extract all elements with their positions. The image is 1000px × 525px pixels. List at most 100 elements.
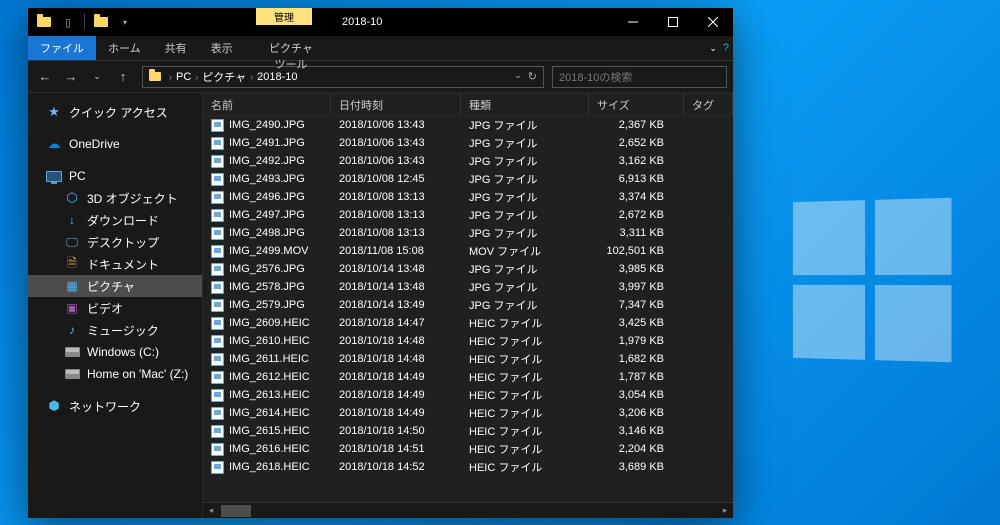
titlebar[interactable]: ▯ ▾ 管理 2018-10 xyxy=(28,8,733,36)
file-row[interactable]: IMG_2609.HEIC2018/10/18 14:47HEIC ファイル3,… xyxy=(203,314,733,332)
file-date: 2018/10/18 14:50 xyxy=(331,425,461,437)
tree-desktop[interactable]: 🖵デスクトップ xyxy=(28,231,202,253)
qat-folder-icon[interactable] xyxy=(91,12,111,32)
file-row[interactable]: IMG_2610.HEIC2018/10/18 14:48HEIC ファイル1,… xyxy=(203,332,733,350)
navigation-tree[interactable]: ★クイック アクセス ☁OneDrive PC ⬡3D オブジェクト ↓ダウンロ… xyxy=(28,93,203,518)
tree-documents[interactable]: 🗎ドキュメント xyxy=(28,253,202,275)
tree-pictures[interactable]: ▦ピクチャ xyxy=(28,275,202,297)
scroll-right-icon[interactable]: ▸ xyxy=(717,503,733,519)
file-date: 2018/10/06 13:43 xyxy=(331,137,461,149)
address-bar[interactable]: › PC › ピクチャ › 2018-10 ⌄ ↻ xyxy=(142,66,544,88)
file-size: 1,682 KB xyxy=(589,353,684,365)
minimize-button[interactable] xyxy=(613,8,653,36)
file-date: 2018/10/06 13:43 xyxy=(331,119,461,131)
maximize-button[interactable] xyxy=(653,8,693,36)
search-placeholder: 2018-10の検索 xyxy=(559,69,632,85)
file-row[interactable]: IMG_2493.JPG2018/10/08 12:45JPG ファイル6,91… xyxy=(203,170,733,188)
file-name: IMG_2498.JPG xyxy=(229,227,305,239)
help-icon[interactable]: ? xyxy=(723,42,729,54)
file-type: HEIC ファイル xyxy=(461,315,589,331)
file-name: IMG_2579.JPG xyxy=(229,299,305,311)
header-type[interactable]: 種類 xyxy=(461,93,589,115)
file-row[interactable]: IMG_2612.HEIC2018/10/18 14:49HEIC ファイル1,… xyxy=(203,368,733,386)
file-type: JPG ファイル xyxy=(461,171,589,187)
file-row[interactable]: IMG_2490.JPG2018/10/06 13:43JPG ファイル2,36… xyxy=(203,116,733,134)
qat-dropdown-icon[interactable]: ▾ xyxy=(115,12,135,32)
file-size: 3,146 KB xyxy=(589,425,684,437)
file-type: JPG ファイル xyxy=(461,297,589,313)
up-button[interactable]: ↑ xyxy=(112,66,134,88)
file-row[interactable]: IMG_2491.JPG2018/10/06 13:43JPG ファイル2,65… xyxy=(203,134,733,152)
recent-dropdown-icon[interactable]: ⌄ xyxy=(86,66,108,88)
file-date: 2018/10/18 14:49 xyxy=(331,371,461,383)
file-row[interactable]: IMG_2616.HEIC2018/10/18 14:51HEIC ファイル2,… xyxy=(203,440,733,458)
scrollbar-thumb[interactable] xyxy=(221,505,251,517)
file-row[interactable]: IMG_2615.HEIC2018/10/18 14:50HEIC ファイル3,… xyxy=(203,422,733,440)
tree-quick-access[interactable]: ★クイック アクセス xyxy=(28,101,202,123)
file-name: IMG_2614.HEIC xyxy=(229,407,310,419)
header-date[interactable]: 日付時刻 xyxy=(331,93,461,115)
file-explorer-window: ▯ ▾ 管理 2018-10 ファイル ホーム 共有 表示 ピクチャ ツール ⌄… xyxy=(28,8,733,518)
tab-home[interactable]: ホーム xyxy=(96,36,153,60)
file-name: IMG_2496.JPG xyxy=(229,191,305,203)
file-icon xyxy=(211,353,224,366)
file-icon xyxy=(211,155,224,168)
address-dropdown-icon[interactable]: ⌄ xyxy=(514,70,522,83)
file-row[interactable]: IMG_2614.HEIC2018/10/18 14:49HEIC ファイル3,… xyxy=(203,404,733,422)
file-size: 2,204 KB xyxy=(589,443,684,455)
tree-downloads[interactable]: ↓ダウンロード xyxy=(28,209,202,231)
tree-3d-objects[interactable]: ⬡3D オブジェクト xyxy=(28,187,202,209)
tree-onedrive[interactable]: ☁OneDrive xyxy=(28,133,202,155)
tab-share[interactable]: 共有 xyxy=(153,36,199,60)
file-size: 102,501 KB xyxy=(589,245,684,257)
tab-picture-tools[interactable]: ピクチャ ツール xyxy=(256,36,326,76)
file-type: HEIC ファイル xyxy=(461,333,589,349)
search-input[interactable]: 2018-10の検索 xyxy=(552,66,727,88)
file-row[interactable]: IMG_2492.JPG2018/10/06 13:43JPG ファイル3,16… xyxy=(203,152,733,170)
breadcrumb-pc[interactable]: PC xyxy=(176,71,191,83)
file-icon xyxy=(211,227,224,240)
forward-button[interactable]: → xyxy=(60,66,82,88)
file-row[interactable]: IMG_2618.HEIC2018/10/18 14:52HEIC ファイル3,… xyxy=(203,458,733,476)
tree-network[interactable]: ⬢ネットワーク xyxy=(28,395,202,417)
file-row[interactable]: IMG_2498.JPG2018/10/08 13:13JPG ファイル3,31… xyxy=(203,224,733,242)
scroll-left-icon[interactable]: ◂ xyxy=(203,503,219,519)
file-name: IMG_2616.HEIC xyxy=(229,443,310,455)
tree-pc[interactable]: PC xyxy=(28,165,202,187)
file-row[interactable]: IMG_2579.JPG2018/10/14 13:49JPG ファイル7,34… xyxy=(203,296,733,314)
header-tag[interactable]: タグ xyxy=(684,93,733,115)
tab-file[interactable]: ファイル xyxy=(28,36,96,60)
file-type: HEIC ファイル xyxy=(461,405,589,421)
file-row[interactable]: IMG_2613.HEIC2018/10/18 14:49HEIC ファイル3,… xyxy=(203,386,733,404)
file-row[interactable]: IMG_2499.MOV2018/11/08 15:08MOV ファイル102,… xyxy=(203,242,733,260)
tree-windows-c[interactable]: Windows (C:) xyxy=(28,341,202,363)
file-row[interactable]: IMG_2576.JPG2018/10/14 13:48JPG ファイル3,98… xyxy=(203,260,733,278)
header-name[interactable]: 名前 xyxy=(203,93,331,115)
file-row[interactable]: IMG_2611.HEIC2018/10/18 14:48HEIC ファイル1,… xyxy=(203,350,733,368)
tree-videos[interactable]: ▣ビデオ xyxy=(28,297,202,319)
properties-icon[interactable]: ▯ xyxy=(58,12,78,32)
header-size[interactable]: サイズ xyxy=(589,93,684,115)
back-button[interactable]: ← xyxy=(34,66,56,88)
ribbon-expand-icon[interactable]: ⌄ xyxy=(709,43,717,54)
windows-logo xyxy=(793,198,952,363)
file-row[interactable]: IMG_2578.JPG2018/10/14 13:48JPG ファイル3,99… xyxy=(203,278,733,296)
file-list[interactable]: IMG_2490.JPG2018/10/06 13:43JPG ファイル2,36… xyxy=(203,116,733,502)
file-size: 3,054 KB xyxy=(589,389,684,401)
file-row[interactable]: IMG_2497.JPG2018/10/08 13:13JPG ファイル2,67… xyxy=(203,206,733,224)
breadcrumb-pictures[interactable]: ピクチャ xyxy=(202,69,246,85)
file-icon xyxy=(211,335,224,348)
file-size: 1,979 KB xyxy=(589,335,684,347)
file-type: HEIC ファイル xyxy=(461,459,589,475)
horizontal-scrollbar[interactable]: ◂ ▸ xyxy=(203,502,733,518)
tab-view[interactable]: 表示 xyxy=(199,36,245,60)
file-name: IMG_2491.JPG xyxy=(229,137,305,149)
close-button[interactable] xyxy=(693,8,733,36)
file-icon xyxy=(211,191,224,204)
quick-access-toolbar: ▯ ▾ xyxy=(28,12,135,32)
tree-music[interactable]: ♪ミュージック xyxy=(28,319,202,341)
refresh-icon[interactable]: ↻ xyxy=(528,70,537,83)
file-icon xyxy=(211,461,224,474)
file-row[interactable]: IMG_2496.JPG2018/10/08 13:13JPG ファイル3,37… xyxy=(203,188,733,206)
tree-home-mac[interactable]: Home on 'Mac' (Z:) xyxy=(28,363,202,385)
